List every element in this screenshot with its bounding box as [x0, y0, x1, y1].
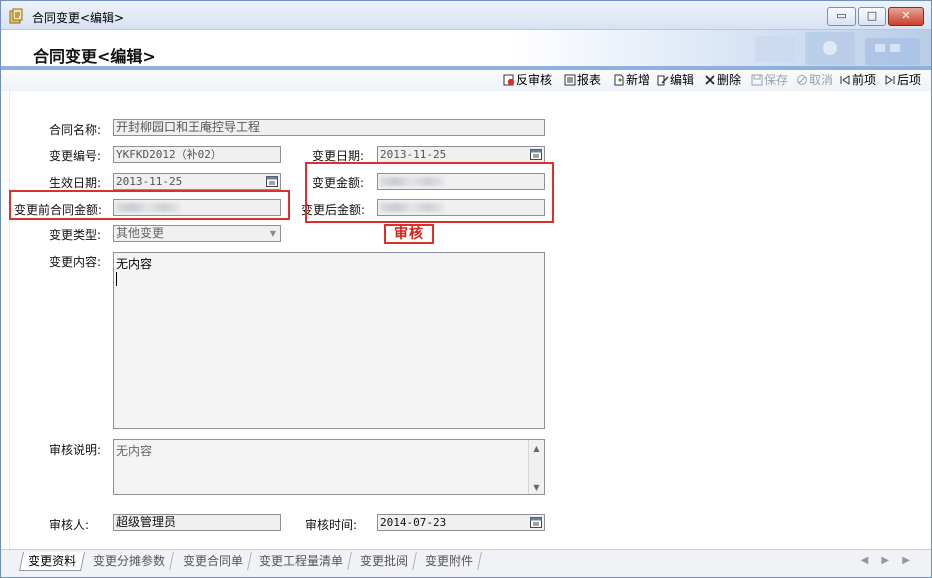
change-type-value: 其他变更 [116, 226, 165, 240]
audit-stamp: 审核 [384, 224, 434, 244]
close-button[interactable]: ✕ [888, 7, 924, 26]
tab-label: 变更批阅 [360, 554, 409, 568]
cancel-label: 取消 [809, 73, 834, 87]
toolbar: 反审核 报表 新增 编辑 删除 保存 取消 前项 后项 [1, 70, 931, 91]
scroll-up-icon[interactable]: ▲ [529, 444, 544, 453]
contract-name-label: 合同名称: [49, 123, 102, 137]
title-bar[interactable]: 合同变更<编辑> ▭ □ ✕ [1, 1, 931, 30]
change-date-field[interactable]: 2013-11-25 [377, 146, 545, 163]
contract-name-field[interactable]: 开封柳园口和王庵控导工程 [113, 119, 545, 136]
page-title: 合同变更<编辑> [33, 47, 156, 66]
tab-label: 变更合同单 [183, 554, 244, 568]
change-type-select[interactable]: 其他变更 ▼ [113, 225, 281, 242]
delete-button[interactable]: 删除 [704, 72, 741, 89]
cancel-button[interactable]: 取消 [796, 72, 833, 89]
new-icon [614, 74, 624, 86]
tab-quantity-list[interactable]: 变更工程量清单 [251, 552, 352, 570]
tab-change-info[interactable]: 变更资料 [18, 552, 86, 571]
save-label: 保存 [764, 73, 789, 87]
cancel-icon [797, 75, 807, 85]
calendar-icon[interactable] [266, 175, 278, 187]
prev-icon [840, 75, 850, 85]
unaudit-label: 反审核 [516, 73, 553, 87]
tab-allocation-params[interactable]: 变更分摊参数 [85, 552, 174, 570]
highlight-box-amounts [305, 162, 554, 223]
effective-date-label: 生效日期: [49, 176, 102, 190]
unaudit-button[interactable]: 反审核 [503, 72, 552, 89]
tab-label: 变更工程量清单 [259, 554, 344, 568]
maximize-button[interactable]: □ [858, 7, 886, 26]
change-no-field[interactable]: YKFKD2012（补02） [113, 146, 281, 163]
minimize-button[interactable]: ▭ [827, 7, 856, 26]
page-header: 合同变更<编辑> [1, 30, 931, 66]
tab-change-contract-list[interactable]: 变更合同单 [175, 552, 252, 570]
next-button[interactable]: 后项 [884, 72, 921, 89]
delete-icon [705, 75, 715, 85]
tab-bar: 变更资料 变更分摊参数 变更合同单 变更工程量清单 变更批阅 变更附件 ◀ ▶ … [1, 549, 931, 577]
audit-note-value: 无内容 [116, 444, 153, 458]
audit-time-value: 2014-07-23 [380, 516, 447, 529]
tab-label: 变更资料 [28, 554, 77, 568]
window-title: 合同变更<编辑> [32, 11, 125, 25]
chevron-down-icon[interactable]: ▼ [270, 226, 276, 241]
prev-label: 前项 [852, 73, 877, 87]
unaudit-icon [503, 74, 515, 86]
auditor-field[interactable]: 超级管理员 [113, 514, 281, 531]
scroll-down-icon[interactable]: ▼ [529, 483, 544, 492]
calendar-icon[interactable] [530, 148, 542, 160]
header-banner-art [755, 32, 920, 65]
app-icon [9, 8, 23, 24]
tab-label: 变更附件 [425, 554, 474, 568]
report-label: 报表 [577, 73, 602, 87]
audit-note-label: 审核说明: [49, 443, 102, 457]
edit-button[interactable]: 编辑 [657, 72, 694, 89]
new-button[interactable]: 新增 [613, 72, 650, 89]
save-button[interactable]: 保存 [751, 72, 788, 89]
change-content-textarea[interactable]: 无内容 [113, 252, 545, 429]
calendar-icon[interactable] [530, 516, 542, 528]
save-icon [751, 74, 763, 86]
next-icon [885, 75, 895, 85]
effective-date-field[interactable]: 2013-11-25 [113, 173, 281, 190]
change-content-value: 无内容 [116, 257, 153, 271]
text-caret [116, 272, 117, 286]
next-label: 后项 [897, 73, 922, 87]
change-no-label: 变更编号: [49, 149, 102, 163]
tab-scroll-arrows[interactable]: ◀ ▶ ▶ [861, 555, 915, 566]
report-button[interactable]: 报表 [564, 72, 601, 89]
audit-note-textarea[interactable]: 无内容 ▲ ▼ [113, 439, 545, 495]
auditor-label: 审核人: [49, 518, 90, 532]
change-content-label: 变更内容: [49, 255, 102, 269]
effective-date-value: 2013-11-25 [116, 175, 183, 188]
audit-time-field[interactable]: 2014-07-23 [377, 514, 545, 531]
tab-label: 变更分摊参数 [93, 554, 166, 568]
edit-icon [657, 75, 669, 86]
change-type-label: 变更类型: [49, 228, 102, 242]
change-date-value: 2013-11-25 [380, 148, 447, 161]
tab-attachments[interactable]: 变更附件 [417, 552, 482, 570]
scrollbar[interactable]: ▲ ▼ [528, 440, 544, 494]
new-label: 新增 [626, 73, 651, 87]
audit-time-label: 审核时间: [305, 518, 358, 532]
highlight-box-before [9, 190, 290, 220]
delete-label: 删除 [717, 73, 742, 87]
tab-change-review[interactable]: 变更批阅 [352, 552, 417, 570]
report-icon [564, 74, 576, 86]
prev-button[interactable]: 前项 [839, 72, 876, 89]
edit-label: 编辑 [670, 73, 695, 87]
app-window: 合同变更<编辑> ▭ □ ✕ 合同变更<编辑> 反审核 报表 新增 编辑 删除 [0, 0, 932, 578]
